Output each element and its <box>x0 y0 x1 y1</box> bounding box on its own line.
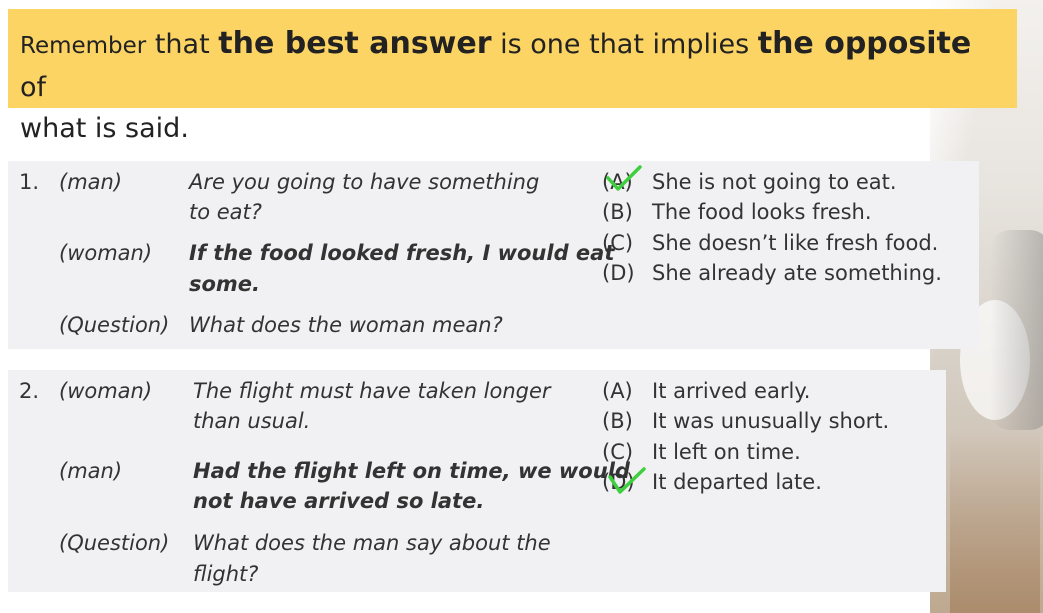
question-prompt: What does the man say about the <box>193 531 551 555</box>
option-letter: (D) <box>602 261 635 285</box>
question-number: 2. <box>19 379 40 403</box>
option-letter: (C) <box>602 231 634 255</box>
question-card-1: 1. (man) Are you going to have something… <box>8 161 979 349</box>
dialog-line: than usual. <box>193 409 311 433</box>
checkmark-icon <box>606 165 642 191</box>
dialog-line-key: Had the flight left on time, we would <box>193 459 630 483</box>
option-text: It departed late. <box>652 470 822 494</box>
speaker-label: (Question) <box>59 531 170 555</box>
dialog-line: to eat? <box>189 200 262 224</box>
answer-option-c[interactable]: (C) It left on time. <box>602 437 801 468</box>
banner-line-2: what is said. <box>20 113 189 144</box>
answer-option-c[interactable]: (C) She doesn’t like fresh food. <box>602 228 938 259</box>
option-letter: (B) <box>602 200 633 224</box>
dialog-line-key: If the food looked fresh, I would eat <box>189 241 615 265</box>
option-text: It left on time. <box>652 440 801 464</box>
option-letter: (B) <box>602 409 633 433</box>
banner-line-1: Remember that the best answer is one tha… <box>20 23 1005 108</box>
answer-option-a[interactable]: (A) It arrived early. <box>602 376 810 407</box>
speaker-label: (man) <box>59 459 123 483</box>
option-text: She already ate something. <box>652 261 942 285</box>
checkmark-icon <box>608 467 646 494</box>
option-letter: (A) <box>602 379 633 403</box>
answer-option-b[interactable]: (B) The food looks fresh. <box>602 197 872 228</box>
answer-option-b[interactable]: (B) It was unusually short. <box>602 406 889 437</box>
banner-word: Remember <box>20 33 147 59</box>
answer-option-d[interactable]: (D) She already ate something. <box>602 258 942 289</box>
speaker-label: (woman) <box>59 241 153 265</box>
option-text: She is not going to eat. <box>652 170 897 194</box>
question-number: 1. <box>19 170 40 194</box>
banner-text: is one that implies <box>491 29 758 60</box>
question-prompt: What does the woman mean? <box>189 313 503 337</box>
option-text: It arrived early. <box>652 379 811 403</box>
question-prompt: flight? <box>193 562 259 586</box>
option-text: She doesn’t like fresh food. <box>652 231 939 255</box>
dialog-line: Are you going to have something <box>189 170 540 194</box>
dialog-line: The flight must have taken longer <box>193 379 551 403</box>
option-text: The food looks fresh. <box>652 200 872 224</box>
banner-emphasis-best-answer: the best answer <box>218 26 492 61</box>
banner-text: of <box>20 72 47 103</box>
banner-text: that <box>146 29 219 60</box>
speaker-label: (man) <box>59 170 123 194</box>
answer-option-a[interactable]: (A) She is not going to eat. <box>602 167 897 198</box>
speaker-label: (Question) <box>59 313 170 337</box>
photo-shade <box>990 230 1043 430</box>
banner-emphasis-opposite: the opposite <box>757 26 972 61</box>
dialog-line-key: not have arrived so late. <box>193 489 485 513</box>
question-card-2: 2. (woman) The flight must have taken lo… <box>8 370 946 592</box>
photo-table <box>950 430 1040 613</box>
option-letter: (C) <box>602 440 634 464</box>
instruction-banner: Remember that the best answer is one tha… <box>8 9 1017 144</box>
speaker-label: (woman) <box>59 379 153 403</box>
option-text: It was unusually short. <box>652 409 890 433</box>
dialog-line-key: some. <box>189 272 261 296</box>
